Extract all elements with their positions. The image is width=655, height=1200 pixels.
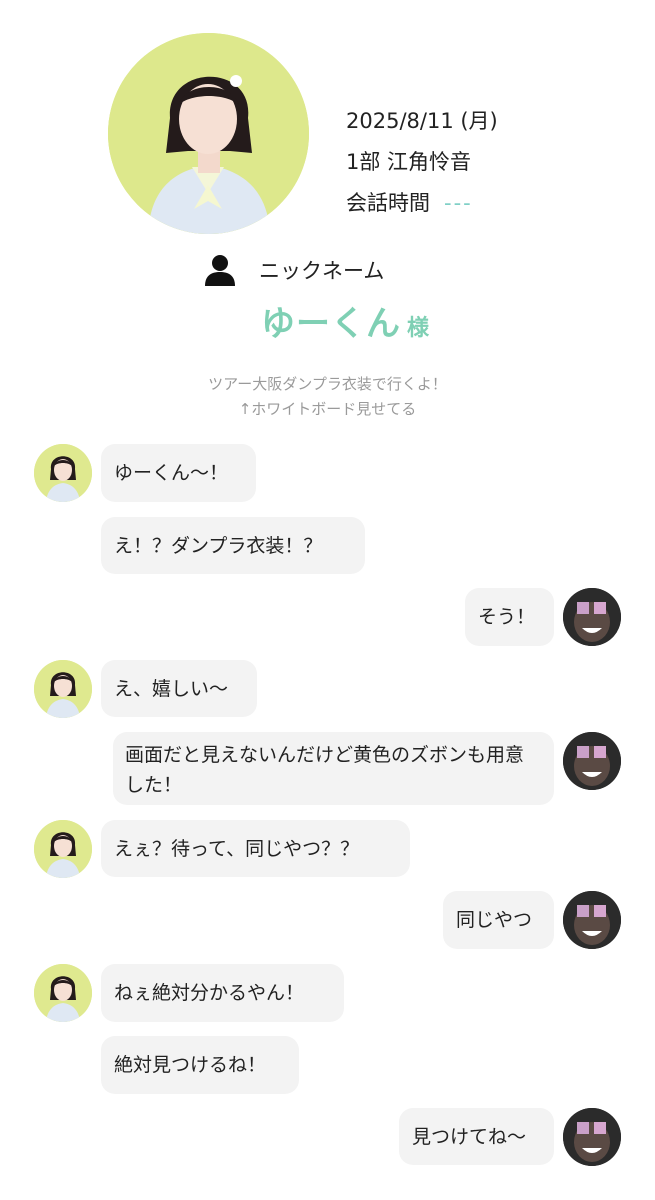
- message-bubble-fan: 画面だと見えないんだけど黄色のズボンも用意した！: [113, 732, 554, 805]
- session-date: 2025/8/11 (月): [346, 109, 498, 133]
- idol-avatar: [34, 660, 92, 718]
- memo: ツアー大阪ダンプラ衣装で行くよ！ ↑ホワイトボード見せてる: [0, 372, 655, 422]
- message-bubble-idol: え、嬉しい〜: [101, 660, 257, 717]
- fan-avatar: [563, 588, 621, 646]
- talk-time-row: 会話時間 ---: [346, 183, 498, 224]
- message-bubble-idol: ねぇ絶対分かるやん！: [101, 964, 344, 1022]
- idol-avatar: [34, 964, 92, 1022]
- message-bubble-idol: 絶対見つけるね！: [101, 1036, 299, 1094]
- message-bubble-idol: えぇ？待って、同じやつ？？: [101, 820, 410, 877]
- message-bubble-fan: そう！: [465, 588, 554, 646]
- nickname-display: ゆーくん様: [0, 296, 655, 345]
- memo-line-2: ↑ホワイトボード見せてる: [238, 400, 417, 418]
- fan-avatar: [563, 1108, 621, 1166]
- fan-avatar: [563, 732, 621, 790]
- message-bubble-idol: え！？ダンプラ衣装！？: [101, 517, 365, 574]
- session-info: 2025/8/11 (月) 1部 江角怜音 会話時間 ---: [346, 101, 498, 224]
- memo-line-1: ツアー大阪ダンプラ衣装で行くよ！: [208, 375, 447, 393]
- talk-time-label: 会話時間: [346, 191, 430, 215]
- fan-avatar: [563, 891, 621, 949]
- message-bubble-idol: ゆーくん〜！: [101, 444, 256, 502]
- session-part-member: 1部 江角怜音: [346, 150, 472, 174]
- message-bubble-fan: 見つけてね〜: [399, 1108, 554, 1165]
- nickname-label: ニックネーム: [259, 259, 385, 283]
- message-bubble-fan: 同じやつ: [443, 891, 554, 949]
- idol-avatar: [34, 444, 92, 502]
- nickname-name: ゆーくん: [260, 304, 401, 344]
- nickname-row: ニックネーム: [203, 252, 384, 288]
- nickname-honorific: 様: [406, 316, 429, 341]
- idol-avatar: [34, 820, 92, 878]
- talk-time-value: ---: [444, 191, 473, 215]
- person-icon: [205, 255, 235, 286]
- member-photo: [108, 33, 309, 234]
- profile-header: 2025/8/11 (月) 1部 江角怜音 会話時間 --- ニックネーム ゆーく…: [0, 0, 655, 440]
